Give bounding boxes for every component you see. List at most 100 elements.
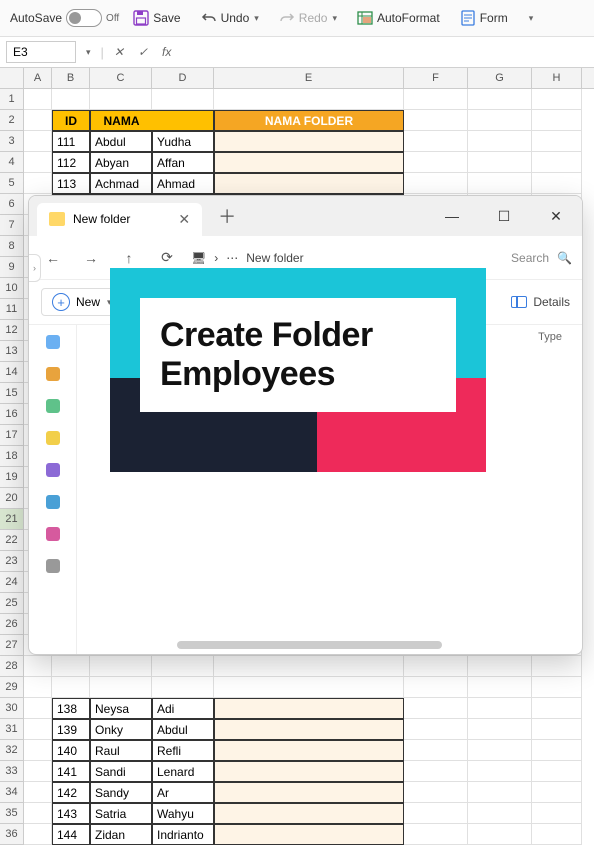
col-header[interactable]: C	[90, 68, 152, 88]
row-header[interactable]: 25	[0, 593, 24, 614]
cell-folder[interactable]	[214, 719, 404, 740]
name-box-dropdown[interactable]: ▾	[82, 47, 95, 58]
row-header[interactable]: 26	[0, 614, 24, 635]
more-icon[interactable]: ⋯	[226, 251, 238, 265]
sidebar-item[interactable]	[46, 431, 60, 445]
cell-first[interactable]: Satria	[90, 803, 152, 824]
cell-folder[interactable]	[214, 152, 404, 173]
row-header[interactable]: 34	[0, 782, 24, 803]
cell-id[interactable]: 138	[52, 698, 90, 719]
form-button[interactable]: Form	[454, 8, 514, 28]
formula-input[interactable]	[181, 41, 588, 63]
cell-id[interactable]: 142	[52, 782, 90, 803]
fx-icon[interactable]: fx	[158, 45, 175, 59]
row-header[interactable]: 32	[0, 740, 24, 761]
row-header[interactable]: 13	[0, 341, 24, 362]
cell-last[interactable]: Indrianto	[152, 824, 214, 845]
row-header[interactable]: 23	[0, 551, 24, 572]
sidebar-collapse-handle[interactable]: ›	[29, 254, 41, 282]
undo-button[interactable]: Undo ▾	[195, 8, 265, 28]
row-header[interactable]: 9	[0, 257, 24, 278]
cell-id[interactable]: 144	[52, 824, 90, 845]
sidebar-item[interactable]	[46, 559, 60, 573]
cell-last[interactable]: Ahmad	[152, 173, 214, 194]
row-header[interactable]: 16	[0, 404, 24, 425]
accept-formula-icon[interactable]: ✓	[134, 45, 152, 59]
sidebar-item[interactable]	[46, 335, 60, 349]
cell-folder[interactable]	[214, 761, 404, 782]
row-header[interactable]: 30	[0, 698, 24, 719]
cell-id[interactable]: 113	[52, 173, 90, 194]
row-header[interactable]: 15	[0, 383, 24, 404]
row-header[interactable]: 3	[0, 131, 24, 152]
cell-first[interactable]: Sandy	[90, 782, 152, 803]
row-header[interactable]: 33	[0, 761, 24, 782]
search-box[interactable]: Search 🔍	[511, 251, 572, 265]
name-box[interactable]: E3	[6, 41, 76, 63]
cell-last[interactable]: Ar	[152, 782, 214, 803]
close-window-button[interactable]: ✕	[538, 202, 574, 230]
chevron-down-icon[interactable]: ▾	[332, 13, 337, 24]
address-bar[interactable]: 🖥 › ⋯ New folder	[191, 251, 304, 265]
breadcrumb[interactable]: New folder	[246, 251, 303, 265]
cell-last[interactable]: Abdul	[152, 719, 214, 740]
autosave-toggle[interactable]: AutoSave Off	[10, 9, 119, 27]
cell-last[interactable]: Yudha	[152, 131, 214, 152]
table-header-nama[interactable]: NAMA	[90, 110, 152, 131]
close-tab-icon[interactable]: ✕	[178, 211, 190, 228]
redo-button[interactable]: Redo ▾	[273, 8, 343, 28]
row-header[interactable]: 29	[0, 677, 24, 698]
cell-first[interactable]: Zidan	[90, 824, 152, 845]
toggle-switch[interactable]	[66, 9, 102, 27]
cell-folder[interactable]	[214, 803, 404, 824]
overflow-menu[interactable]: ▾	[522, 11, 540, 26]
row-header[interactable]: 11	[0, 299, 24, 320]
cell-first[interactable]: Neysa	[90, 698, 152, 719]
table-header-id[interactable]: ID	[52, 110, 90, 131]
row-header[interactable]: 14	[0, 362, 24, 383]
table-header-nama-ext[interactable]	[152, 110, 214, 131]
row-header[interactable]: 19	[0, 467, 24, 488]
column-header-type[interactable]: Type	[528, 325, 572, 349]
cell-id[interactable]: 140	[52, 740, 90, 761]
sidebar-item[interactable]	[46, 527, 60, 541]
cell-id[interactable]: 141	[52, 761, 90, 782]
cell-last[interactable]: Refli	[152, 740, 214, 761]
row-header[interactable]: 10	[0, 278, 24, 299]
row-header[interactable]: 36	[0, 824, 24, 845]
col-header[interactable]: A	[24, 68, 52, 88]
cell-id[interactable]: 111	[52, 131, 90, 152]
details-button[interactable]: Details	[511, 295, 570, 309]
maximize-button[interactable]: ☐	[486, 202, 522, 230]
col-header[interactable]: B	[52, 68, 90, 88]
cell-id[interactable]: 139	[52, 719, 90, 740]
row-header[interactable]: 5	[0, 173, 24, 194]
cell-folder[interactable]	[214, 824, 404, 845]
row-header[interactable]: 6	[0, 194, 24, 215]
table-header-folder[interactable]: NAMA FOLDER	[214, 110, 404, 131]
cell-folder[interactable]	[214, 698, 404, 719]
row-header[interactable]: 12	[0, 320, 24, 341]
cell-id[interactable]: 143	[52, 803, 90, 824]
cell-folder[interactable]	[214, 740, 404, 761]
col-header[interactable]: H	[532, 68, 582, 88]
select-all-corner[interactable]	[0, 68, 24, 88]
col-header[interactable]: G	[468, 68, 532, 88]
col-header[interactable]: D	[152, 68, 214, 88]
save-button[interactable]: Save	[127, 8, 186, 28]
horizontal-scrollbar[interactable]	[177, 641, 442, 649]
minimize-button[interactable]: —	[434, 202, 470, 230]
row-header[interactable]: 20	[0, 488, 24, 509]
sidebar-item[interactable]	[46, 367, 60, 381]
cell-id[interactable]: 112	[52, 152, 90, 173]
row-header[interactable]: 2	[0, 110, 24, 131]
row-header[interactable]: 27	[0, 635, 24, 656]
row-header[interactable]: 24	[0, 572, 24, 593]
forward-button[interactable]: →	[77, 244, 105, 272]
cell-first[interactable]: Abdul	[90, 131, 152, 152]
row-header[interactable]: 22	[0, 530, 24, 551]
sidebar-item[interactable]	[46, 495, 60, 509]
cell-first[interactable]: Raul	[90, 740, 152, 761]
row-header[interactable]: 1	[0, 89, 24, 110]
row-header[interactable]: 4	[0, 152, 24, 173]
